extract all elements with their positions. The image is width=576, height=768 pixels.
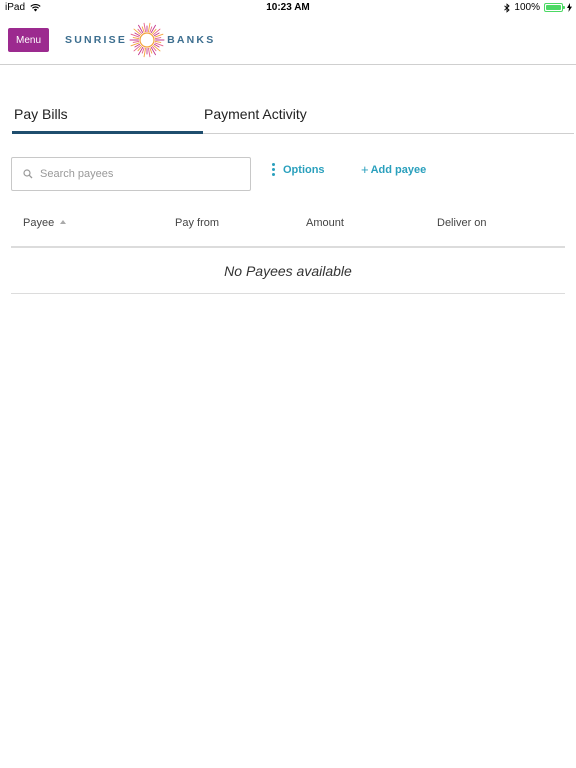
column-header-pay-from[interactable]: Pay from [175, 217, 219, 229]
sun-ray [141, 47, 145, 54]
sun-ray [154, 37, 162, 39]
bluetooth-icon [504, 2, 511, 13]
column-header-deliver-on[interactable]: Deliver on [437, 217, 487, 229]
tab-bar: Pay Bills Payment Activity [12, 100, 574, 134]
logo-text-right: BANKS [167, 34, 216, 46]
sun-ray [154, 41, 162, 43]
sun-ray [133, 28, 142, 35]
sun-ray [143, 47, 147, 58]
sun-ray [141, 26, 145, 33]
sun-ray [148, 22, 151, 33]
search-input[interactable] [40, 159, 245, 189]
tab-pay-bills[interactable]: Pay Bills [12, 106, 203, 134]
kebab-icon [272, 163, 275, 176]
logo-text-left: SUNRISE [65, 34, 128, 46]
sun-icon [129, 22, 165, 58]
add-payee-button[interactable]: + Add payee [361, 162, 427, 177]
sunrise-banks-logo: SUNRISE BANKS [65, 22, 215, 58]
sun-ray [153, 28, 161, 35]
column-header-payee[interactable]: Payee [23, 217, 67, 229]
battery-percent: 100% [514, 2, 540, 13]
app-header: Menu SUNRISE BANKS [0, 16, 576, 65]
plus-icon: + [361, 162, 369, 177]
options-button[interactable]: Options [272, 163, 325, 176]
tab-payment-activity[interactable]: Payment Activity [202, 106, 307, 134]
sun-core [139, 32, 155, 48]
add-payee-label: Add payee [370, 164, 427, 176]
menu-button[interactable]: Menu [8, 28, 49, 52]
sun-ray [138, 46, 144, 56]
sun-ray [149, 47, 153, 54]
sun-ray [132, 37, 140, 39]
search-box [11, 157, 251, 191]
options-label: Options [283, 163, 325, 176]
search-icon [23, 169, 33, 179]
column-header-amount[interactable]: Amount [306, 217, 344, 229]
sun-ray [133, 45, 142, 52]
status-right: 100% [504, 2, 572, 13]
sun-ray [153, 45, 161, 52]
status-bar: iPad 10:23 AM 100% [0, 0, 576, 16]
status-time: 10:23 AM [266, 2, 310, 13]
sun-ray [132, 41, 140, 43]
charging-icon [567, 3, 572, 12]
column-label: Payee [23, 217, 55, 229]
payee-table-header: Payee Pay from Amount Deliver on [11, 208, 565, 248]
sun-ray [138, 24, 144, 34]
sun-ray [143, 22, 147, 33]
empty-state-message: No Payees available [224, 262, 352, 279]
sun-ray [150, 46, 157, 56]
battery-icon [544, 3, 565, 12]
battery-level [546, 5, 561, 10]
sun-ray [148, 47, 151, 58]
sun-ray [150, 24, 157, 34]
empty-state-row: No Payees available [11, 248, 565, 294]
sort-ascending-icon [60, 220, 67, 224]
sun-ray [149, 26, 153, 33]
